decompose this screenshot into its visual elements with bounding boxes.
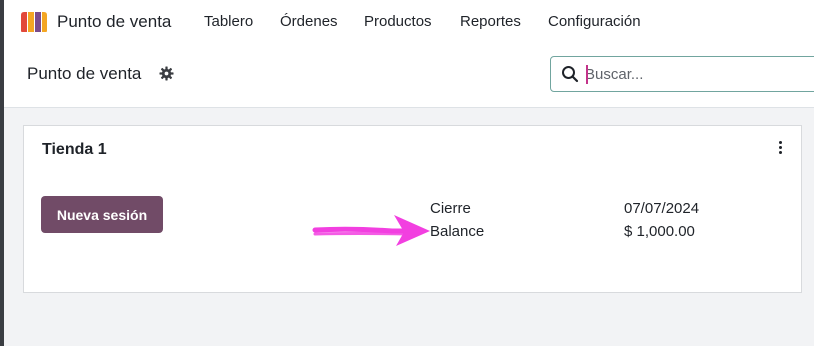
nav-item-reportes[interactable]: Reportes — [460, 13, 521, 30]
nav-item-ordenes[interactable]: Órdenes — [280, 13, 338, 30]
control-panel: Punto de venta — [4, 44, 814, 108]
page-title: Punto de venta — [27, 64, 142, 83]
nav-item-productos[interactable]: Productos — [364, 13, 432, 30]
card-title: Tienda 1 — [42, 141, 107, 158]
top-navbar: Punto de venta Tablero Órdenes Productos… — [4, 0, 814, 44]
app-name[interactable]: Punto de venta — [57, 12, 171, 32]
pos-config-card: Tienda 1 Nueva sesión Cierre 07/07/2024 … — [23, 125, 802, 293]
annotation-arrow — [312, 215, 430, 246]
text-cursor — [586, 65, 588, 84]
closing-date-value: 07/07/2024 — [624, 200, 700, 217]
app-logo-icon[interactable] — [19, 11, 49, 33]
search-icon[interactable] — [561, 65, 579, 83]
nav-item-tablero[interactable]: Tablero — [204, 13, 253, 30]
search-input[interactable] — [585, 63, 805, 85]
kebab-menu-icon[interactable] — [776, 141, 784, 157]
balance-value: $ 1,000.00 — [624, 223, 695, 240]
gear-icon[interactable] — [159, 66, 174, 81]
new-session-button[interactable]: Nueva sesión — [41, 196, 163, 233]
nav-item-configuracion[interactable]: Configuración — [548, 13, 641, 30]
search-box[interactable] — [550, 56, 814, 92]
